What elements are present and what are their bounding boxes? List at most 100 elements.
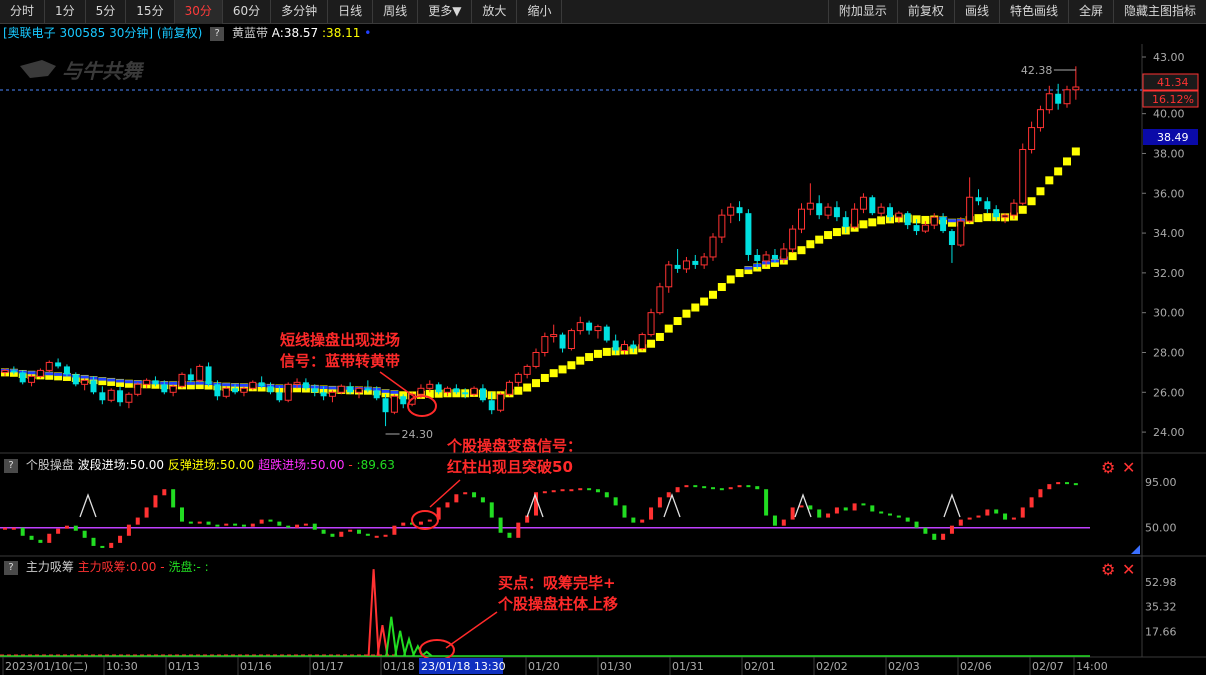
candle-body: [10, 370, 17, 373]
panel2-bar: [162, 489, 167, 496]
panel2-bar: [595, 489, 600, 493]
x-axis-label: 01/18: [383, 660, 415, 673]
candle-body: [887, 207, 893, 218]
panel2-bar: [144, 507, 149, 518]
panel2-bar: [728, 487, 733, 490]
candle-body: [19, 372, 26, 383]
panel3-tick-label: 52.98: [1145, 576, 1177, 589]
yellow-band-block: [549, 369, 558, 378]
panel2-bar: [896, 515, 901, 518]
panel2-bar: [1011, 517, 1016, 520]
candle-body: [462, 392, 469, 395]
candle-body: [28, 375, 36, 383]
annotation-text: 个股操盘变盘信号：: [446, 437, 582, 455]
panel2-bar: [445, 502, 450, 508]
candle-body: [647, 312, 655, 336]
panel2-bar: [224, 523, 229, 526]
panel2-bar: [277, 521, 282, 526]
annotation-text: 信号：蓝带转黄带: [280, 352, 400, 370]
panel2-bar: [914, 521, 919, 528]
annotation-text: 个股操盘柱体上移: [497, 595, 618, 613]
candle-body: [913, 225, 920, 232]
resize-corner-icon: [1131, 545, 1140, 554]
panel2-bar: [834, 507, 839, 514]
price-tick-label: 34.00: [1153, 227, 1185, 240]
annotation-arrow: [429, 479, 461, 508]
x-axis-label: 01/31: [672, 660, 704, 673]
candle-body: [692, 260, 699, 265]
candle-body: [81, 379, 89, 385]
candle-body: [293, 381, 301, 385]
yellow-band-block: [806, 240, 815, 249]
candle-body: [930, 216, 938, 226]
candle-body: [727, 206, 735, 216]
yellow-band-block: [691, 303, 700, 312]
panel2-bar: [799, 505, 804, 508]
yellow-band-block: [788, 252, 797, 261]
panel2-bar: [20, 527, 25, 536]
candle-body: [258, 382, 265, 387]
candle-body: [904, 213, 911, 226]
candle-body: [90, 380, 97, 393]
price-tick-label: 43.00: [1153, 51, 1185, 64]
candle-body: [134, 383, 142, 395]
candle-body: [674, 264, 681, 269]
candle-body: [754, 254, 761, 261]
panel2-triangle-signal: [663, 493, 681, 518]
yellow-band-block: [983, 213, 992, 222]
panel2-bar: [206, 521, 211, 525]
candle-body: [426, 383, 434, 389]
panel2-bar: [188, 521, 193, 524]
panel2-bar: [100, 545, 105, 548]
panel2-bar: [808, 505, 813, 510]
panel2-bar: [11, 527, 16, 530]
panel2-bar: [427, 519, 432, 522]
yellow-band-block: [717, 283, 726, 292]
gear-icon: ⚙: [1101, 458, 1115, 477]
yellow-band-block: [682, 309, 691, 318]
yellow-band-block: [664, 324, 673, 333]
panel2-bar: [401, 522, 406, 526]
panel2-bar: [392, 525, 397, 535]
watermark-text: 与牛共舞: [62, 59, 145, 83]
candle-body: [789, 228, 797, 250]
low-marker-label: 24.30: [402, 428, 434, 441]
candle-body: [169, 385, 177, 393]
candle-body: [1036, 109, 1044, 129]
yellow-band-block: [797, 246, 806, 255]
watermark-bull-icon: [20, 60, 56, 78]
yellow-band-block: [1045, 176, 1054, 185]
yellow-band-block: [567, 361, 576, 370]
panel2-bar: [171, 489, 176, 508]
candle-body: [453, 388, 460, 393]
panel2-bar: [1038, 489, 1043, 498]
close-icon: ✕: [1122, 560, 1135, 579]
x-axis-label: 01/17: [312, 660, 344, 673]
panel2-tick-label: 50.00: [1145, 522, 1177, 535]
candle-body: [1010, 202, 1018, 216]
panel2-bar: [489, 502, 494, 518]
yellow-band-block: [532, 379, 540, 388]
candle-body: [161, 384, 168, 393]
panel2-bar: [507, 532, 512, 538]
candle-body: [665, 264, 673, 288]
panel2-bar: [985, 509, 990, 516]
panel2-bar: [657, 497, 662, 508]
panel2-bar: [675, 487, 680, 493]
x-axis-label: 02/07: [1032, 660, 1064, 673]
candle-body: [709, 236, 717, 258]
candle-body: [107, 389, 115, 401]
panel2-bar: [967, 517, 972, 520]
yellow-band-block: [726, 275, 735, 284]
panel2-bar: [542, 491, 547, 494]
panel2-bar: [109, 542, 114, 548]
candle-body: [559, 334, 566, 349]
candle-body: [921, 224, 929, 232]
candle-body: [550, 334, 558, 338]
panel2-bar: [569, 489, 574, 492]
pct-change-label: 16.12%: [1152, 93, 1194, 106]
candle-body: [505, 381, 513, 395]
yellow-band-block: [1036, 187, 1045, 196]
yellow-band-block: [655, 332, 664, 341]
candle-body: [859, 196, 867, 210]
